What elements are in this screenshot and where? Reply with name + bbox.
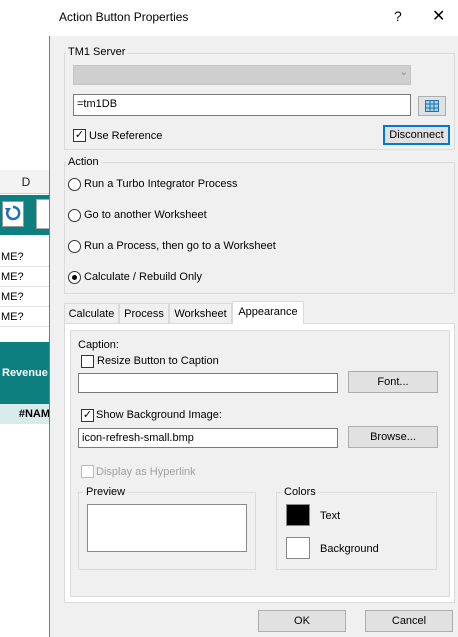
radio-calculate-rebuild[interactable] (68, 271, 81, 284)
revenue-header: Revenue (0, 342, 52, 404)
radio-go-to-worksheet-label: Go to another Worksheet (84, 209, 207, 221)
grid-icon (425, 100, 439, 112)
refresh-icon (5, 205, 21, 221)
radio-run-process-then-worksheet-label: Run a Process, then go to a Worksheet (84, 240, 276, 252)
text-color-swatch[interactable] (286, 504, 310, 526)
server-combo[interactable]: ⌄ (73, 65, 411, 85)
nam-cell[interactable]: #NAM (0, 404, 52, 424)
use-reference-label: Use Reference (89, 130, 163, 142)
display-as-hyperlink-checkbox[interactable] (81, 465, 94, 478)
action-legend: Action (66, 156, 101, 168)
colors-legend: Colors (282, 486, 318, 498)
preview-box (87, 504, 247, 552)
resize-to-caption-checkbox[interactable] (81, 355, 94, 368)
server-browse-button[interactable] (418, 96, 446, 116)
close-button[interactable]: ✕ (432, 6, 445, 26)
disconnect-button[interactable]: Disconnect (383, 125, 450, 145)
display-as-hyperlink-label: Display as Hyperlink (96, 466, 196, 478)
reference-input[interactable]: =tm1DB (73, 94, 411, 116)
preview-legend: Preview (84, 486, 128, 498)
sheet-empty-area (0, 424, 52, 637)
radio-calculate-rebuild-label: Calculate / Rebuild Only (84, 271, 203, 283)
column-header-d[interactable]: D (0, 170, 52, 194)
help-button[interactable]: ? (394, 8, 402, 24)
radio-run-ti-process[interactable] (68, 178, 81, 191)
sheet-cell (36, 199, 50, 229)
background-image-input[interactable]: icon-refresh-small.bmp (78, 428, 338, 448)
radio-run-process-then-worksheet[interactable] (68, 240, 81, 253)
tab-appearance[interactable]: Appearance (232, 301, 304, 324)
tab-worksheet[interactable]: Worksheet (169, 303, 232, 324)
background-color-label: Background (320, 543, 379, 555)
background-color-swatch[interactable] (286, 537, 310, 559)
tm1-server-legend: TM1 Server (66, 46, 128, 58)
cancel-button[interactable]: Cancel (365, 610, 453, 632)
sheet-row[interactable]: ME? (0, 247, 52, 267)
caption-label: Caption: (78, 339, 119, 351)
caption-input[interactable] (78, 373, 338, 393)
chevron-down-icon: ⌄ (399, 67, 408, 78)
use-reference-checkbox[interactable]: ✓ (73, 129, 86, 142)
tab-calculate[interactable]: Calculate (64, 303, 119, 324)
resize-to-caption-label: Resize Button to Caption (97, 355, 219, 367)
refresh-action-button[interactable] (2, 201, 24, 227)
show-background-image-label: Show Background Image: (96, 409, 222, 421)
tab-process[interactable]: Process (119, 303, 169, 324)
sheet-row[interactable]: ME? (0, 267, 52, 287)
sheet-row[interactable]: ME? (0, 307, 52, 327)
radio-go-to-worksheet[interactable] (68, 209, 81, 222)
ok-button[interactable]: OK (258, 610, 346, 632)
radio-run-ti-process-label: Run a Turbo Integrator Process (84, 178, 238, 190)
font-button[interactable]: Font... (348, 371, 438, 393)
browse-button[interactable]: Browse... (348, 426, 438, 448)
show-background-image-checkbox[interactable]: ✓ (81, 409, 94, 422)
dialog-title: Action Button Properties (59, 10, 189, 24)
text-color-label: Text (320, 510, 341, 522)
sheet-row[interactable]: ME? (0, 287, 52, 307)
